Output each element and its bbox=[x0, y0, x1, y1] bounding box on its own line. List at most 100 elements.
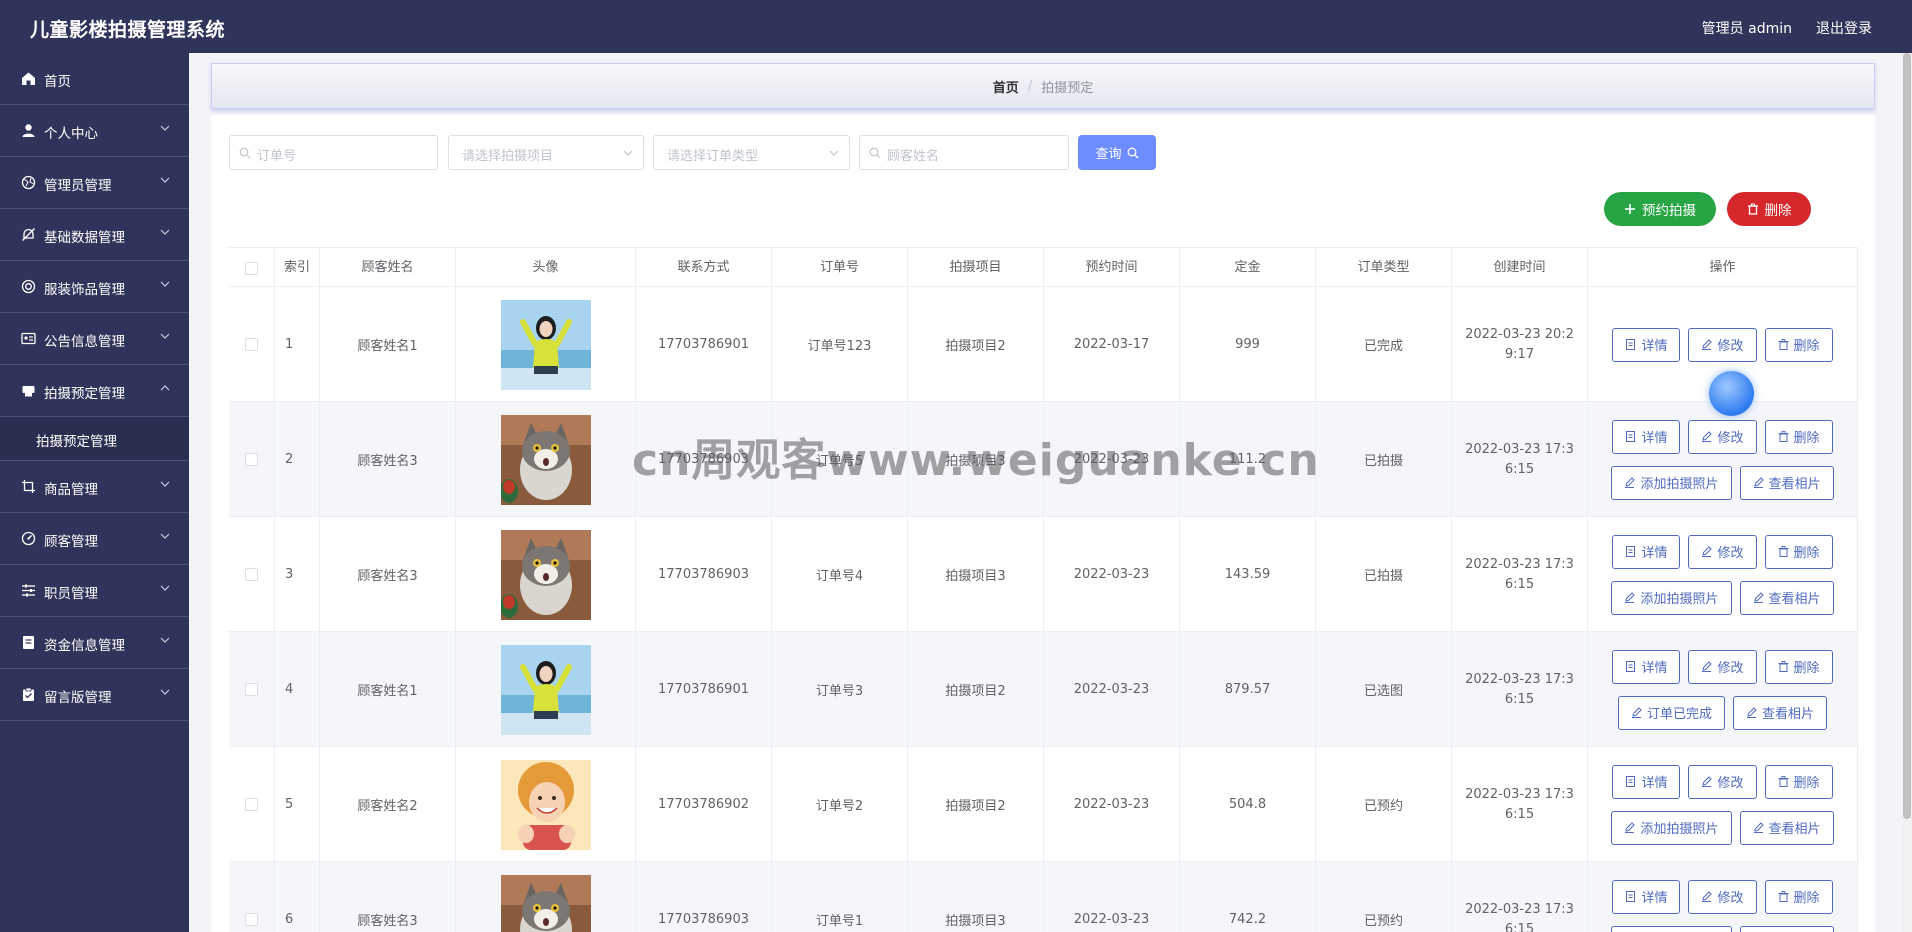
name-cell: 顾客姓名1 bbox=[320, 287, 456, 402]
select-all-checkbox[interactable] bbox=[245, 261, 258, 275]
avatar[interactable] bbox=[500, 759, 591, 850]
view-photos-button[interactable]: 查看相片 bbox=[1739, 810, 1834, 845]
action-label: 订单已完成 bbox=[1646, 707, 1712, 722]
query-button[interactable]: 查询 bbox=[1078, 135, 1156, 170]
view-photos-button[interactable]: 查看相片 bbox=[1739, 925, 1834, 932]
chevron-up-icon bbox=[160, 385, 170, 391]
customer-name-input[interactable]: 顾客姓名 bbox=[859, 135, 1069, 170]
sidebar-item[interactable]: 商品管理 bbox=[0, 461, 189, 513]
delete-button[interactable]: 删除 bbox=[1764, 419, 1833, 454]
add-photos-button[interactable]: 添加拍摄照片 bbox=[1611, 465, 1732, 500]
row-checkbox[interactable] bbox=[245, 798, 258, 811]
table-row[interactable]: 4 顾客姓名1 17703786901 订单号3 拍摄项目2 2022-03-23 879.… bbox=[229, 632, 1858, 747]
delete-button[interactable]: 删除 bbox=[1764, 327, 1833, 362]
sidebar-item[interactable]: 留言版管理 bbox=[0, 669, 189, 721]
name-cell: 顾客姓名3 bbox=[320, 862, 456, 932]
avatar[interactable] bbox=[500, 414, 591, 505]
top-bar: 儿童影楼拍摄管理系统 管理员 admin 退出登录 bbox=[0, 0, 1912, 53]
sidebar-item[interactable]: 公告信息管理 bbox=[0, 313, 189, 365]
page-scrollbar[interactable] bbox=[1902, 53, 1912, 932]
phone-cell: 17703786902 bbox=[636, 747, 772, 862]
table-row[interactable]: 1 顾客姓名1 17703786901 订单号123 拍摄项目2 2022-03-17 99… bbox=[229, 287, 1858, 402]
delete-button[interactable]: 删除 bbox=[1764, 534, 1833, 569]
detail-button[interactable]: 详情 bbox=[1612, 764, 1681, 799]
sidebar-item[interactable]: 职员管理 bbox=[0, 565, 189, 617]
sidebar-item[interactable]: 资金信息管理 bbox=[0, 617, 189, 669]
edit-icon bbox=[1702, 776, 1713, 787]
sidebar-item[interactable]: 服装饰品管理 bbox=[0, 261, 189, 313]
actions-cell: 详情 修改 删除添加拍摄照片 查看相片 bbox=[1588, 747, 1858, 862]
sidebar-item[interactable]: 顾客管理 bbox=[0, 513, 189, 565]
sidebar-item[interactable]: 管理员管理 bbox=[0, 157, 189, 209]
sliders-icon bbox=[22, 584, 35, 597]
order-no-input[interactable]: 订单号 bbox=[229, 135, 438, 170]
document-icon bbox=[23, 636, 34, 649]
action-label: 修改 bbox=[1717, 546, 1744, 561]
deposit-cell: 111.2 bbox=[1180, 402, 1316, 517]
column-header: 操作 bbox=[1588, 248, 1858, 288]
edit-button[interactable]: 修改 bbox=[1688, 419, 1757, 454]
add-photos-button[interactable]: 添加拍摄照片 bbox=[1611, 810, 1732, 845]
add-photos-button[interactable]: 添加拍摄照片 bbox=[1611, 580, 1732, 615]
logout-link[interactable]: 退出登录 bbox=[1816, 18, 1872, 38]
edit-button[interactable]: 修改 bbox=[1688, 534, 1757, 569]
detail-button[interactable]: 详情 bbox=[1612, 419, 1681, 454]
row-checkbox[interactable] bbox=[245, 683, 258, 696]
project-cell: 拍摄项目3 bbox=[908, 402, 1044, 517]
sidebar-item[interactable]: 首页 bbox=[0, 53, 189, 105]
chevron-down-icon bbox=[160, 481, 170, 487]
row-checkbox[interactable] bbox=[245, 453, 258, 466]
edit-button[interactable]: 修改 bbox=[1688, 879, 1757, 914]
order-type-select[interactable]: 请选择订单类型 bbox=[653, 135, 850, 170]
edit-button[interactable]: 修改 bbox=[1688, 649, 1757, 684]
breadcrumb-home[interactable]: 首页 bbox=[993, 77, 1019, 96]
avatar-cell bbox=[456, 402, 636, 517]
add-booking-button[interactable]: 预约拍摄 bbox=[1604, 192, 1716, 226]
table-row[interactable]: 2 顾客姓名3 17703786903 订单号5 拍摄项目3 2022-03-23 111.… bbox=[229, 402, 1858, 517]
avatar[interactable] bbox=[500, 874, 591, 932]
delete-button[interactable]: 删除 bbox=[1764, 649, 1833, 684]
sidebar-item-label: 基础数据管理 bbox=[44, 230, 125, 246]
avatar[interactable] bbox=[500, 644, 591, 735]
row-checkbox[interactable] bbox=[245, 338, 258, 351]
sidebar-subitem-booking[interactable]: 拍摄预定管理 bbox=[0, 417, 189, 461]
search-icon bbox=[869, 147, 881, 159]
view-photos-button[interactable]: 查看相片 bbox=[1739, 465, 1834, 500]
detail-button[interactable]: 详情 bbox=[1612, 649, 1681, 684]
action-label: 查看相片 bbox=[1762, 707, 1815, 722]
row-checkbox[interactable] bbox=[245, 913, 258, 926]
avatar[interactable] bbox=[500, 299, 591, 390]
table-row[interactable]: 3 顾客姓名3 17703786903 订单号4 拍摄项目3 2022-03-23 143.… bbox=[229, 517, 1858, 632]
table-row[interactable]: 5 顾客姓名2 17703786902 订单号2 拍摄项目2 2022-03-23 504.… bbox=[229, 747, 1858, 862]
sidebar-item[interactable]: 个人中心 bbox=[0, 105, 189, 157]
delete-button[interactable]: 删除 bbox=[1764, 764, 1833, 799]
table-row[interactable]: 6 顾客姓名3 17703786903 订单号1 拍摄项目3 2022-03-23 742.… bbox=[229, 862, 1858, 932]
row-checkbox[interactable] bbox=[245, 568, 258, 581]
ops-row: 订单已完成 查看相片 bbox=[1617, 695, 1828, 730]
scrollbar-thumb[interactable] bbox=[1903, 53, 1911, 819]
sidebar-item[interactable]: 拍摄预定管理 bbox=[0, 365, 189, 417]
sidebar-item[interactable]: 基础数据管理 bbox=[0, 209, 189, 261]
action-label: 删除 bbox=[1793, 431, 1820, 446]
project-select[interactable]: 请选择拍摄项目 bbox=[448, 135, 644, 170]
detail-button[interactable]: 详情 bbox=[1612, 327, 1681, 362]
order-no-placeholder: 订单号 bbox=[257, 149, 297, 164]
edit-button[interactable]: 修改 bbox=[1688, 327, 1757, 362]
batch-delete-button[interactable]: 删除 bbox=[1727, 192, 1811, 226]
edit-button[interactable]: 修改 bbox=[1688, 764, 1757, 799]
add-photos-button[interactable]: 添加拍摄照片 bbox=[1611, 925, 1732, 932]
complete-order-button[interactable]: 订单已完成 bbox=[1617, 695, 1725, 730]
column-header: 定金 bbox=[1180, 248, 1316, 288]
avatar[interactable] bbox=[500, 529, 591, 620]
home-icon bbox=[22, 72, 35, 85]
detail-button[interactable]: 详情 bbox=[1612, 879, 1681, 914]
view-photos-button[interactable]: 查看相片 bbox=[1733, 695, 1828, 730]
action-label: 添加拍摄照片 bbox=[1640, 592, 1719, 607]
floating-assistant-orb[interactable] bbox=[1709, 371, 1754, 416]
avatar-cat bbox=[500, 529, 591, 620]
breadcrumb: 首页 / 拍摄预定 bbox=[211, 63, 1875, 109]
view-photos-button[interactable]: 查看相片 bbox=[1739, 580, 1834, 615]
delete-button[interactable]: 删除 bbox=[1764, 879, 1833, 914]
detail-button[interactable]: 详情 bbox=[1612, 534, 1681, 569]
sidebar-item-label: 个人中心 bbox=[44, 126, 98, 142]
